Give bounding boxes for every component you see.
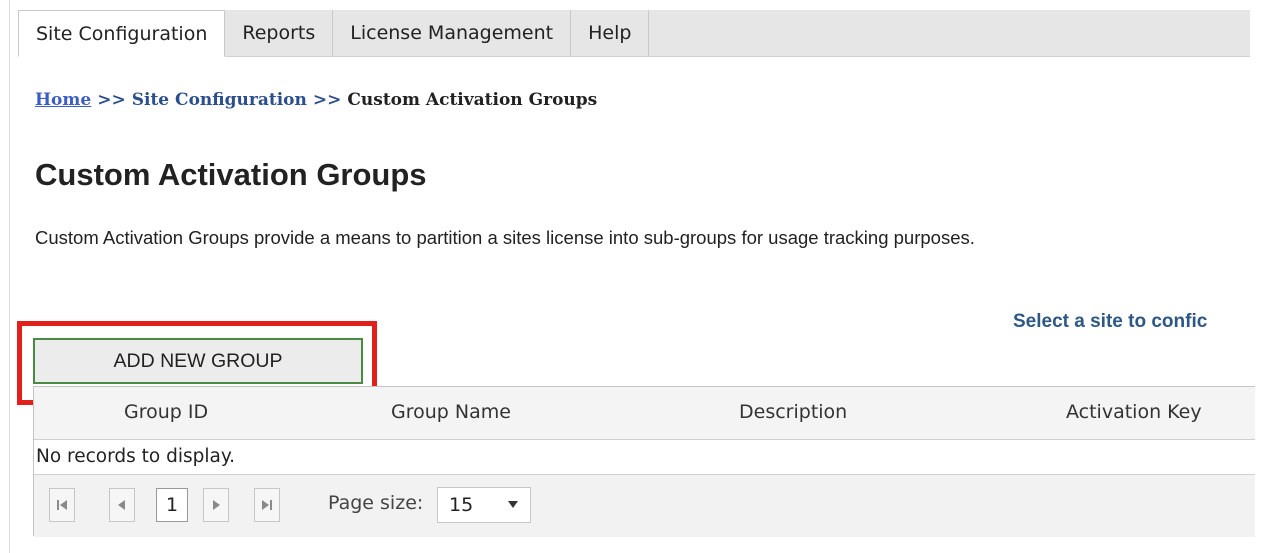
tab-help[interactable]: Help xyxy=(571,10,650,56)
column-header-group-id[interactable]: Group ID xyxy=(124,401,208,423)
tab-site-configuration[interactable]: Site Configuration xyxy=(18,10,226,57)
pager: 1 Page size: 15 xyxy=(34,475,1255,537)
current-page-number[interactable]: 1 xyxy=(156,488,188,522)
page-size-select[interactable]: 15 xyxy=(437,487,531,523)
next-page-button[interactable] xyxy=(203,488,229,522)
column-header-group-name[interactable]: Group Name xyxy=(391,401,511,423)
first-page-button[interactable] xyxy=(49,488,75,522)
no-records-message: No records to display. xyxy=(34,440,1255,475)
breadcrumb-separator: >> xyxy=(312,90,342,110)
first-page-icon xyxy=(57,500,67,510)
column-header-description[interactable]: Description xyxy=(739,401,847,423)
left-border xyxy=(9,0,10,553)
breadcrumb-home-link[interactable]: Home xyxy=(35,90,91,110)
grid-header: Group ID Group Name Description Activati… xyxy=(34,387,1255,440)
previous-page-icon xyxy=(118,500,125,510)
tab-bar: Site Configuration Reports License Manag… xyxy=(18,10,1250,57)
chevron-down-icon xyxy=(508,501,518,508)
page-title: Custom Activation Groups xyxy=(35,157,427,192)
tab-reports[interactable]: Reports xyxy=(225,10,334,56)
breadcrumb-site-configuration[interactable]: Site Configuration xyxy=(132,90,307,110)
page-size-label: Page size: xyxy=(328,492,424,514)
page-description: Custom Activation Groups provide a means… xyxy=(35,227,975,248)
next-page-icon xyxy=(213,500,220,510)
column-header-activation-key[interactable]: Activation Key xyxy=(1066,401,1202,423)
last-page-icon xyxy=(262,500,272,510)
last-page-button[interactable] xyxy=(254,488,280,522)
breadcrumb-separator: >> xyxy=(97,90,126,110)
tab-license-management[interactable]: License Management xyxy=(333,10,572,56)
breadcrumb-current: Custom Activation Groups xyxy=(347,90,598,110)
add-new-group-button[interactable]: ADD NEW GROUP xyxy=(33,338,363,384)
previous-page-button[interactable] xyxy=(109,488,135,522)
site-select-label[interactable]: Select a site to confic xyxy=(1013,311,1207,333)
breadcrumb: Home >> Site Configuration >> Custom Activat… xyxy=(35,90,597,110)
page-size-value: 15 xyxy=(449,494,474,516)
groups-grid: Group ID Group Name Description Activati… xyxy=(33,386,1255,537)
